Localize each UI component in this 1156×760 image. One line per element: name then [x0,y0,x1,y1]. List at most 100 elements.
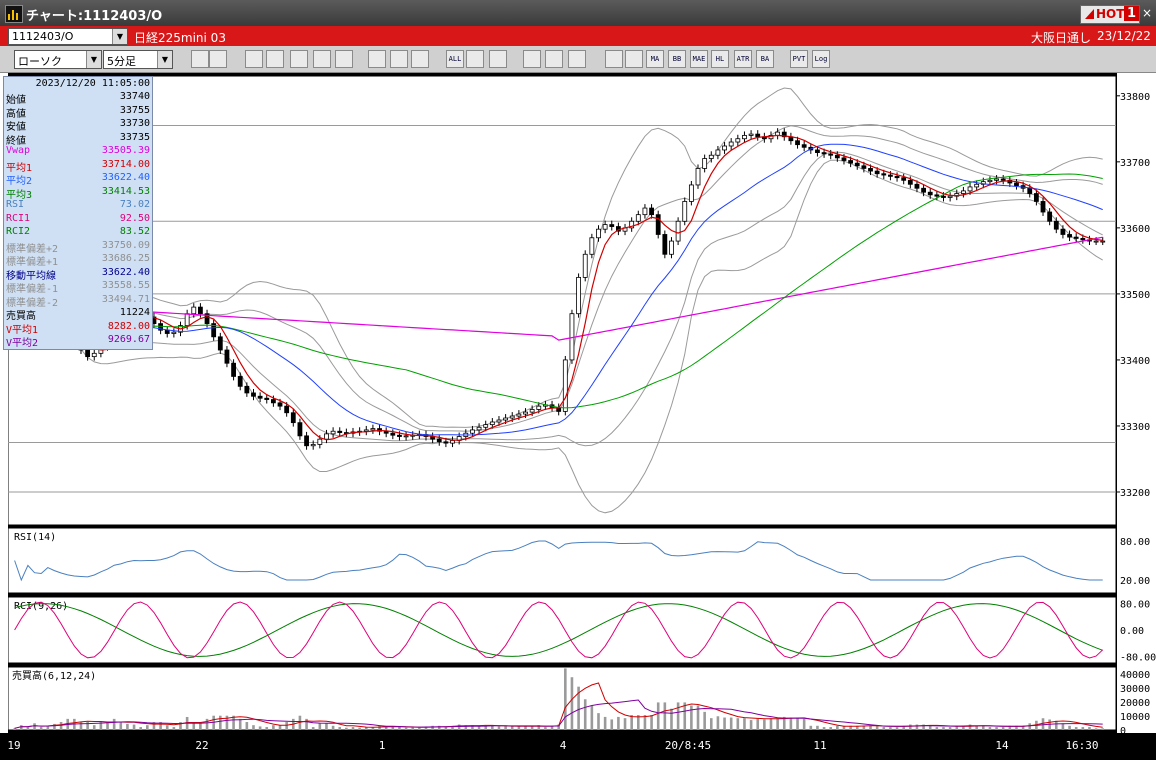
volume-bar [603,716,607,730]
symbol-select[interactable]: 1112403/O ▼ [8,28,128,45]
instrument-name: 日経225mini 03 [134,31,226,45]
pen-icon[interactable] [466,50,484,68]
volume-bar [132,724,136,730]
volume-bar [1041,718,1045,730]
line-icon[interactable] [335,50,353,68]
mark-a-icon[interactable] [390,50,408,68]
data-window-row: 売買高 11224 [6,307,150,322]
zoom-icon[interactable] [191,50,209,68]
volume-bar [1081,727,1085,730]
volume-bar [703,711,706,730]
volume-bar [564,668,567,730]
symbol-code: 1112403/O [12,30,74,43]
candle-body [231,362,236,377]
volume-bar [325,723,328,730]
settings-icon[interactable] [545,50,563,68]
candle-body [815,149,820,153]
mae-icon[interactable]: MAE [690,50,708,68]
log-icon[interactable]: Log [812,50,830,68]
volume-bar [729,717,733,730]
volume-bar [889,727,892,730]
vol-icon[interactable] [625,50,643,68]
cursor-icon[interactable] [489,50,507,68]
interval-select[interactable]: 5分足 ▼ [103,50,173,69]
volume-bar [1068,725,1071,730]
candle-body [483,424,489,428]
atr-icon[interactable]: ATR [734,50,752,68]
fib-icon[interactable] [313,50,331,68]
data-window-row: V平均1 8282.00 [6,321,150,336]
candle-body [974,183,980,188]
volume-title: 売買高(6,12,24) [12,669,96,682]
candle-c-icon[interactable] [290,50,308,68]
data-window-value: 33686.25 [101,253,150,264]
candle-body [489,421,495,426]
pvt-icon[interactable]: PVT [790,50,808,68]
tool-icon[interactable] [568,50,586,68]
app-icon [5,5,23,23]
hot-label: HOT [1096,7,1125,21]
chevron-down-icon[interactable]: ▼ [112,29,127,44]
volume-bar [146,725,149,730]
volume-bar [1094,728,1098,730]
candle-body [881,173,887,176]
volume-bar [79,722,83,730]
data-window-value: 33735 [119,131,150,143]
candle-body [317,438,323,445]
hl-icon[interactable]: HL [711,50,729,68]
chart-type-select[interactable]: ローソク ▼ [14,50,102,69]
candle-body [868,168,873,172]
data-window-value: 11224 [119,307,150,318]
palette-icon[interactable] [605,50,623,68]
chart-area[interactable]: 33200 33300 33400 33500 33600 33700 33800 RSI(1… [0,73,1156,760]
candle-body [1033,193,1039,202]
volume-bar [816,725,819,730]
candle-body [436,438,442,443]
volume-bar [331,725,335,730]
candle-body [516,413,522,417]
close-icon[interactable]: × [1142,7,1152,19]
candle-body [894,175,900,179]
candle-b-icon[interactable] [266,50,284,68]
bb-icon[interactable]: BB [668,50,686,68]
candle-body [848,160,854,164]
mark-b-icon[interactable] [411,50,429,68]
toolbar: ローソク ▼ 5分足 ▼ ALL MA BB MAE HL ATR BA PVT Log [0,46,1156,73]
time-tick-label: 11 [813,739,826,752]
candle-body [244,385,250,394]
chevron-down-icon[interactable]: ▼ [157,51,172,68]
session-name: 大阪日通し [1031,31,1092,45]
volume-bar [875,725,879,730]
volume-bar [716,716,720,730]
volume-bar [39,727,43,730]
candle-body [589,237,595,255]
candle-body [748,133,754,136]
ma-icon[interactable]: MA [646,50,664,68]
volume-bar [404,727,408,730]
volume-bar [683,702,687,730]
volume-bar [112,718,116,730]
arrow-icon[interactable] [523,50,541,68]
crosshair-icon[interactable] [209,50,227,68]
ba-icon[interactable]: BA [756,50,774,68]
volume-bar [776,718,779,730]
price-tick-label: 33800 [1120,92,1150,103]
rci-tick-label: 80.00 [1120,600,1150,611]
all-icon[interactable]: ALL [446,50,464,68]
volume-bar [982,725,985,730]
rect-icon[interactable] [368,50,386,68]
chart-canvas[interactable]: 33200 33300 33400 33500 33600 33700 33800 RSI(1… [0,73,1156,760]
hot-button[interactable]: HOT 1 [1080,5,1140,24]
candle-body [337,430,343,433]
data-window-row: RCI1 92.50 [6,213,150,226]
candle-body [450,440,455,444]
data-window-row: 高値 33755 [6,105,150,120]
candle-body [397,434,402,437]
candle-body [237,376,243,387]
candle-a-icon[interactable] [245,50,263,68]
volume-bar [882,727,886,730]
time-tick-label: 4 [560,739,567,752]
chevron-down-icon[interactable]: ▼ [86,51,101,68]
data-window-value: 73.02 [119,199,150,210]
volume-bar [205,718,209,730]
